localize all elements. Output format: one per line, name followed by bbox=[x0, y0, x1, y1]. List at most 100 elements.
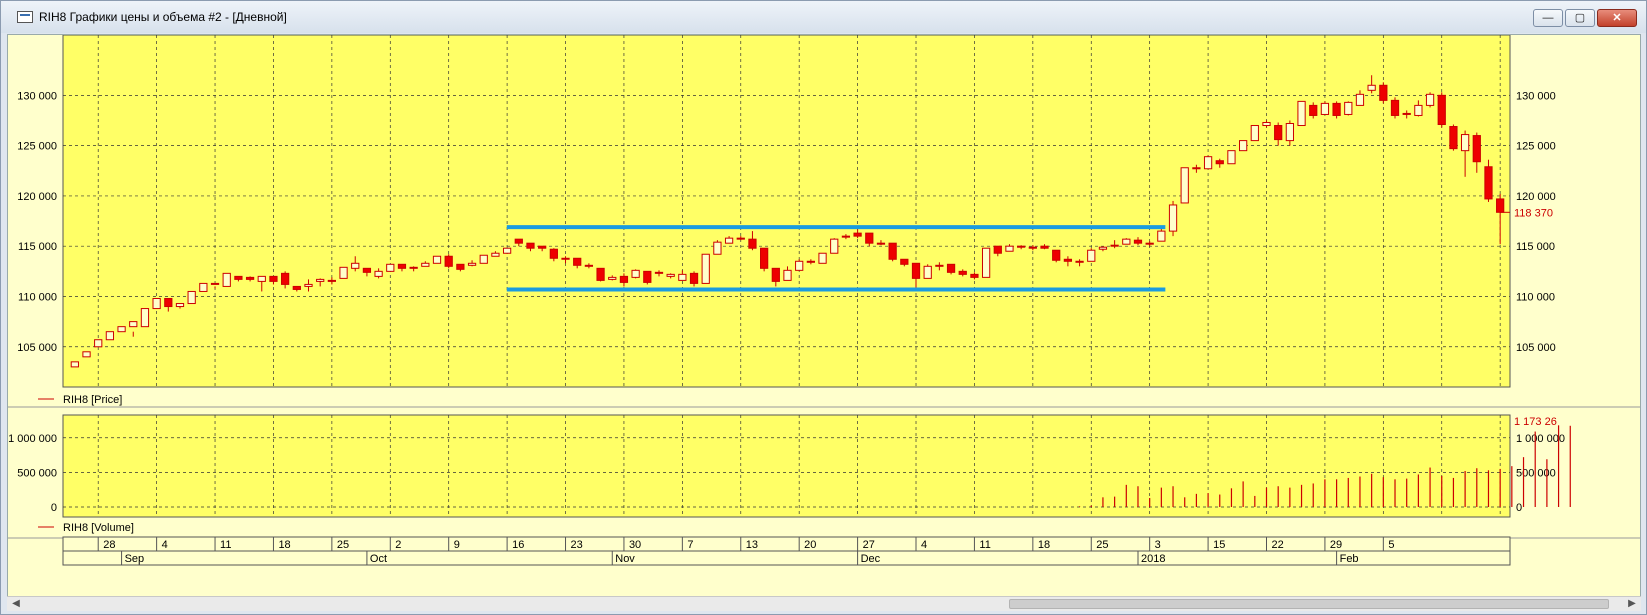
candle-body bbox=[1227, 150, 1236, 165]
chart-area[interactable]: 105 000 105 000 110 000 110 000 115 000 115 0… bbox=[7, 34, 1641, 611]
candle-body bbox=[584, 264, 594, 267]
candle-body bbox=[1355, 93, 1365, 106]
candle-body bbox=[1484, 166, 1493, 200]
chart-canvas[interactable]: 105 000 105 000110 000 110 000115 000 115 0… bbox=[8, 35, 1641, 611]
price-panel[interactable]: 105 000 105 000 110 000 110 000 115 000 115 0… bbox=[8, 35, 1641, 408]
month-label: Feb bbox=[1340, 553, 1359, 565]
candle-body bbox=[1180, 167, 1189, 204]
price-axis-label-right: 130 000 bbox=[1516, 90, 1556, 102]
candle-body bbox=[573, 257, 582, 266]
candle-body bbox=[257, 275, 266, 282]
candle-body bbox=[643, 270, 652, 283]
candle-body bbox=[1297, 100, 1306, 127]
candle-body bbox=[432, 255, 442, 264]
day-label: 5 bbox=[1388, 539, 1394, 551]
volume-axis-label-right: 0 bbox=[1516, 502, 1522, 514]
candle-body bbox=[82, 351, 91, 358]
candle-body bbox=[806, 260, 815, 263]
candle-body bbox=[70, 361, 79, 368]
candle-body bbox=[362, 267, 372, 273]
candle-body bbox=[1168, 204, 1178, 232]
title-bar[interactable]: RIH8 Графики цены и объема #2 - [Дневной… bbox=[1, 1, 1646, 33]
scroll-left-arrow-icon[interactable]: ◀ bbox=[9, 597, 23, 611]
maximize-icon: ▢ bbox=[1574, 12, 1586, 24]
candle-body bbox=[502, 247, 512, 254]
minimize-button[interactable]: — bbox=[1533, 9, 1563, 27]
candle-body bbox=[386, 263, 395, 272]
price-plot-area[interactable] bbox=[62, 35, 1511, 388]
candle-body bbox=[421, 262, 430, 267]
scroll-right-arrow-icon[interactable]: ▶ bbox=[1625, 597, 1639, 611]
application-window: RIH8 Графики цены и объема #2 - [Дневной… bbox=[0, 0, 1647, 615]
day-label: 7 bbox=[687, 539, 693, 551]
volume-plot-area[interactable] bbox=[62, 414, 1511, 518]
candle-body bbox=[760, 247, 769, 269]
candle-body bbox=[105, 331, 115, 341]
candle-body bbox=[444, 255, 453, 267]
candle-body bbox=[1040, 245, 1049, 249]
day-label: 15 bbox=[1213, 539, 1225, 551]
candle-body bbox=[467, 262, 477, 266]
last-price-label: 118 370 bbox=[1514, 207, 1553, 219]
candle-body bbox=[1075, 260, 1084, 263]
day-label: 30 bbox=[629, 539, 641, 551]
day-label: 13 bbox=[746, 539, 758, 551]
candle-body bbox=[619, 275, 629, 283]
candle-body bbox=[900, 258, 909, 265]
minimize-icon: — bbox=[1542, 12, 1554, 24]
candle-body bbox=[678, 273, 687, 281]
day-label: 25 bbox=[337, 539, 349, 551]
candle-body bbox=[327, 279, 336, 282]
candle-body bbox=[1215, 160, 1224, 165]
candle-body bbox=[666, 273, 675, 277]
candle-body bbox=[140, 308, 150, 328]
candle-body bbox=[1472, 135, 1481, 163]
candle-body bbox=[1414, 104, 1423, 116]
window-title: RIH8 Графики цены и объема #2 - [Дневной… bbox=[39, 10, 287, 24]
candle-body bbox=[596, 267, 605, 281]
maximize-button[interactable]: ▢ bbox=[1565, 9, 1595, 27]
candle-body bbox=[1332, 102, 1341, 116]
candle-body bbox=[234, 275, 243, 280]
candle-body bbox=[713, 241, 722, 255]
candle-body bbox=[981, 247, 991, 278]
candle-body bbox=[397, 263, 407, 269]
volume-axis-label-left: 500 000 bbox=[17, 467, 57, 479]
day-label: 2 bbox=[395, 539, 401, 551]
candle-body bbox=[1052, 249, 1061, 261]
candle-body bbox=[935, 264, 944, 267]
candle-body bbox=[724, 237, 734, 244]
candle-body bbox=[1367, 84, 1376, 91]
month-label: Dec bbox=[861, 553, 881, 565]
volume-axis-label-right: 500 000 bbox=[1516, 467, 1556, 479]
candle-body bbox=[771, 267, 780, 282]
price-axis-label-left: 105 000 bbox=[17, 342, 57, 354]
candle-body bbox=[993, 245, 1002, 254]
candle-body bbox=[1402, 112, 1411, 115]
last-volume-label: 1 173 26 bbox=[1514, 416, 1557, 428]
time-axis: 28 4 11 18 25 2 9 16 23 30 7 13 20 27 4 11 18 25 3 15 22 29 5S… bbox=[62, 536, 1511, 566]
candle-body bbox=[526, 242, 535, 249]
volume-panel[interactable]: 0 0 500 000 500 000 1 000 000 1 000 000 1 173 … bbox=[8, 414, 1641, 539]
candle-body bbox=[865, 232, 874, 244]
candle-body bbox=[1320, 102, 1330, 115]
scroll-thumb[interactable] bbox=[1009, 599, 1609, 609]
horizontal-scrollbar[interactable]: ◀ ▶ bbox=[7, 596, 1641, 611]
candle-body bbox=[1192, 167, 1201, 170]
candle-body bbox=[245, 276, 255, 280]
price-axis-label-left: 115 000 bbox=[18, 241, 57, 253]
candle-body bbox=[561, 257, 570, 260]
candle-body bbox=[1133, 239, 1143, 244]
candle-body bbox=[538, 245, 547, 249]
volume-axis-label-left: 1 000 000 bbox=[8, 433, 57, 445]
candle-body bbox=[409, 266, 418, 269]
price-axis-label-left: 125 000 bbox=[17, 141, 57, 153]
candle-body bbox=[958, 270, 967, 275]
candle-body bbox=[818, 252, 827, 264]
candle-body bbox=[479, 254, 488, 264]
close-button[interactable]: ✕ bbox=[1597, 9, 1637, 27]
candle-body bbox=[1145, 242, 1154, 245]
candle-body bbox=[1157, 230, 1166, 242]
candle-body bbox=[456, 263, 465, 270]
price-axis-label-right: 110 000 bbox=[1516, 291, 1555, 303]
